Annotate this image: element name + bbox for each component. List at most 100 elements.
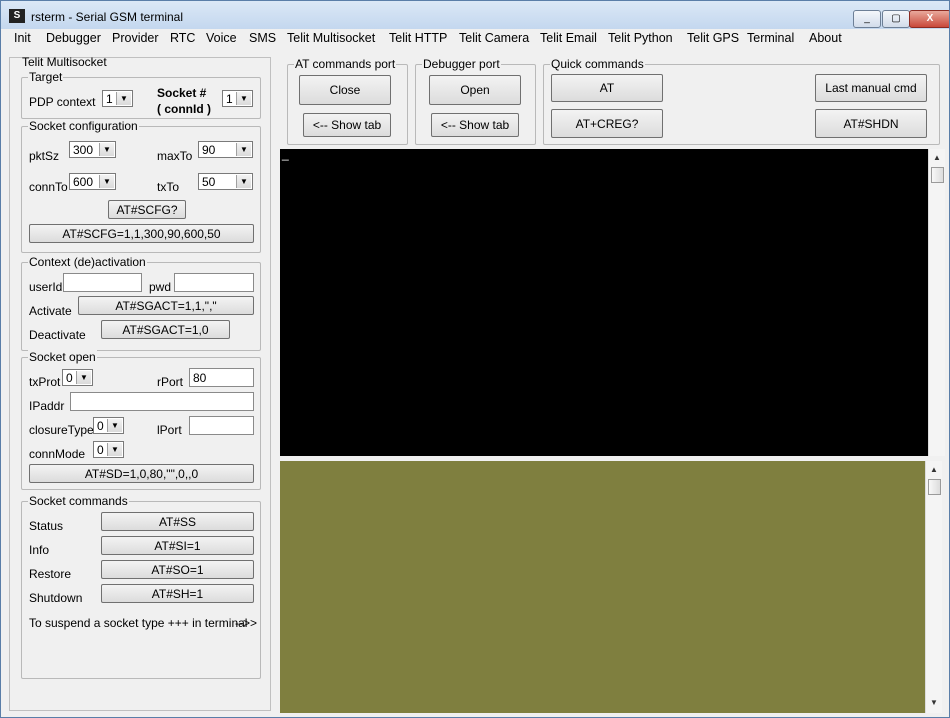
lport-input[interactable] xyxy=(189,416,254,435)
connto-label: connTo xyxy=(29,180,68,194)
menu-telit-multisocket[interactable]: Telit Multisocket xyxy=(287,31,375,45)
menu-telit-python[interactable]: Telit Python xyxy=(608,31,673,45)
pwd-input[interactable] xyxy=(174,273,254,292)
scroll-up-icon[interactable]: ▲ xyxy=(931,152,943,164)
socket-config-group: Socket configuration pktSz 300 ▼ maxTo 90… xyxy=(21,119,261,253)
info-label: Info xyxy=(29,543,50,557)
menu-telit-http[interactable]: Telit HTTP xyxy=(389,31,447,45)
last-manual-cmd-button[interactable]: Last manual cmd xyxy=(815,74,927,102)
debugger-output[interactable] xyxy=(280,461,925,713)
menu-telit-camera[interactable]: Telit Camera xyxy=(459,31,529,45)
debugger-show-tab-button[interactable]: <-- Show tab xyxy=(431,113,519,137)
debugger-port-group: Debugger port Open <-- Show tab xyxy=(415,57,536,145)
sgact-activate-button[interactable]: AT#SGACT=1,1,"," xyxy=(78,296,254,315)
at-port-group: AT commands port Close <-- Show tab xyxy=(287,57,408,145)
shdn-button[interactable]: AT#SHDN xyxy=(815,109,927,138)
sh-shutdown-button[interactable]: AT#SH=1 xyxy=(101,584,254,603)
arrow-right-icon: -->> xyxy=(235,616,258,630)
quick-creg-button[interactable]: AT+CREG? xyxy=(551,109,663,138)
terminal-scrollbar[interactable]: ▲ xyxy=(928,149,945,456)
deactivate-label: Deactivate xyxy=(29,328,86,342)
quick-at-button[interactable]: AT xyxy=(551,74,663,102)
menu-provider[interactable]: Provider xyxy=(112,31,159,45)
chevron-down-icon: ▼ xyxy=(99,175,114,188)
chevron-down-icon: ▼ xyxy=(236,143,251,156)
closuretype-select[interactable]: 0 ▼ xyxy=(93,417,124,434)
group-title: Socket commands xyxy=(28,494,129,508)
connid-label: ( connId ) xyxy=(157,102,211,116)
menu-init[interactable]: Init xyxy=(14,31,31,45)
txprot-select[interactable]: 0 ▼ xyxy=(62,369,93,386)
socket-select[interactable]: 1 ▼ xyxy=(222,90,253,107)
pktsz-select[interactable]: 300 ▼ xyxy=(69,141,116,158)
scroll-down-icon[interactable]: ▼ xyxy=(928,697,940,709)
ipaddr-label: IPaddr xyxy=(29,399,65,413)
menu-about[interactable]: About xyxy=(809,31,842,45)
window-title: rsterm - Serial GSM terminal xyxy=(31,10,184,24)
connmode-label: connMode xyxy=(29,447,86,461)
maxto-select[interactable]: 90 ▼ xyxy=(198,141,253,158)
chevron-down-icon: ▼ xyxy=(107,419,122,432)
menu-rtc[interactable]: RTC xyxy=(170,31,195,45)
group-title: Context (de)activation xyxy=(28,255,147,269)
context-activation-group: Context (de)activation userId pwd Activa… xyxy=(21,255,261,351)
chevron-down-icon: ▼ xyxy=(76,371,91,384)
terminal-cursor: _ xyxy=(282,147,289,161)
closuretype-label: closureType xyxy=(29,423,94,437)
lport-label: lPort xyxy=(157,423,182,437)
menu-debugger[interactable]: Debugger xyxy=(46,31,101,45)
userid-label: userId xyxy=(29,280,63,294)
scfg-query-button[interactable]: AT#SCFG? xyxy=(108,200,186,219)
group-title: AT commands port xyxy=(294,57,397,71)
at-port-close-button[interactable]: Close xyxy=(299,75,391,105)
ss-status-button[interactable]: AT#SS xyxy=(101,512,254,531)
menu-voice[interactable]: Voice xyxy=(206,31,237,45)
app-window: S rsterm - Serial GSM terminal _ ▢ X Ini… xyxy=(0,0,950,718)
minimize-button[interactable]: _ xyxy=(853,10,881,28)
rport-input[interactable]: 80 xyxy=(189,368,254,387)
group-title: Target xyxy=(28,70,64,84)
connto-select[interactable]: 600 ▼ xyxy=(69,173,116,190)
target-group: Target PDP context 1 ▼ Socket # ( connId … xyxy=(21,70,261,119)
maximize-button[interactable]: ▢ xyxy=(882,10,910,28)
socket-open-group: Socket open txProt 0 ▼ rPort 80 IPaddr cl… xyxy=(21,350,261,490)
pktsz-label: pktSz xyxy=(29,149,60,163)
si-info-button[interactable]: AT#SI=1 xyxy=(101,536,254,555)
txto-select[interactable]: 50 ▼ xyxy=(198,173,253,190)
scfg-set-button[interactable]: AT#SCFG=1,1,300,90,600,50 xyxy=(29,224,254,243)
menu-bar: Init Debugger Provider RTC Voice SMS Tel… xyxy=(1,29,949,49)
group-title: Socket configuration xyxy=(28,119,139,133)
group-title: Quick commands xyxy=(550,57,645,71)
connmode-select[interactable]: 0 ▼ xyxy=(93,441,124,458)
close-window-button[interactable]: X xyxy=(909,10,949,28)
restore-label: Restore xyxy=(29,567,72,581)
scroll-up-icon[interactable]: ▲ xyxy=(928,464,940,476)
userid-input[interactable] xyxy=(63,273,142,292)
socket-label: Socket # xyxy=(157,86,207,100)
menu-terminal[interactable]: Terminal xyxy=(747,31,794,45)
ipaddr-input[interactable] xyxy=(70,392,254,411)
chevron-down-icon: ▼ xyxy=(236,92,251,105)
suspend-note: To suspend a socket type +++ in terminal xyxy=(29,616,248,630)
at-port-show-tab-button[interactable]: <-- Show tab xyxy=(303,113,391,137)
at-terminal-output[interactable]: _ xyxy=(280,147,928,456)
menu-telit-email[interactable]: Telit Email xyxy=(540,31,597,45)
sgact-deactivate-button[interactable]: AT#SGACT=1,0 xyxy=(101,320,230,339)
menu-sms[interactable]: SMS xyxy=(249,31,276,45)
sd-open-button[interactable]: AT#SD=1,0,80,"",0,,0 xyxy=(29,464,254,483)
shutdown-label: Shutdown xyxy=(29,591,83,605)
debugger-scrollbar[interactable]: ▲ ▼ xyxy=(925,461,942,713)
socket-commands-group: Socket commands Status AT#SS Info AT#SI=… xyxy=(21,494,261,679)
txto-label: txTo xyxy=(157,180,180,194)
scroll-thumb[interactable] xyxy=(931,167,944,183)
txprot-label: txProt xyxy=(29,375,61,389)
app-icon: S xyxy=(9,9,25,23)
menu-telit-gps[interactable]: Telit GPS xyxy=(687,31,739,45)
debugger-open-button[interactable]: Open xyxy=(429,75,521,105)
pdp-context-select[interactable]: 1 ▼ xyxy=(102,90,133,107)
scroll-thumb[interactable] xyxy=(928,479,941,495)
maxto-label: maxTo xyxy=(157,149,193,163)
pwd-label: pwd xyxy=(149,280,172,294)
quick-commands-group: Quick commands AT AT+CREG? Last manual c… xyxy=(543,57,940,145)
so-restore-button[interactable]: AT#SO=1 xyxy=(101,560,254,579)
